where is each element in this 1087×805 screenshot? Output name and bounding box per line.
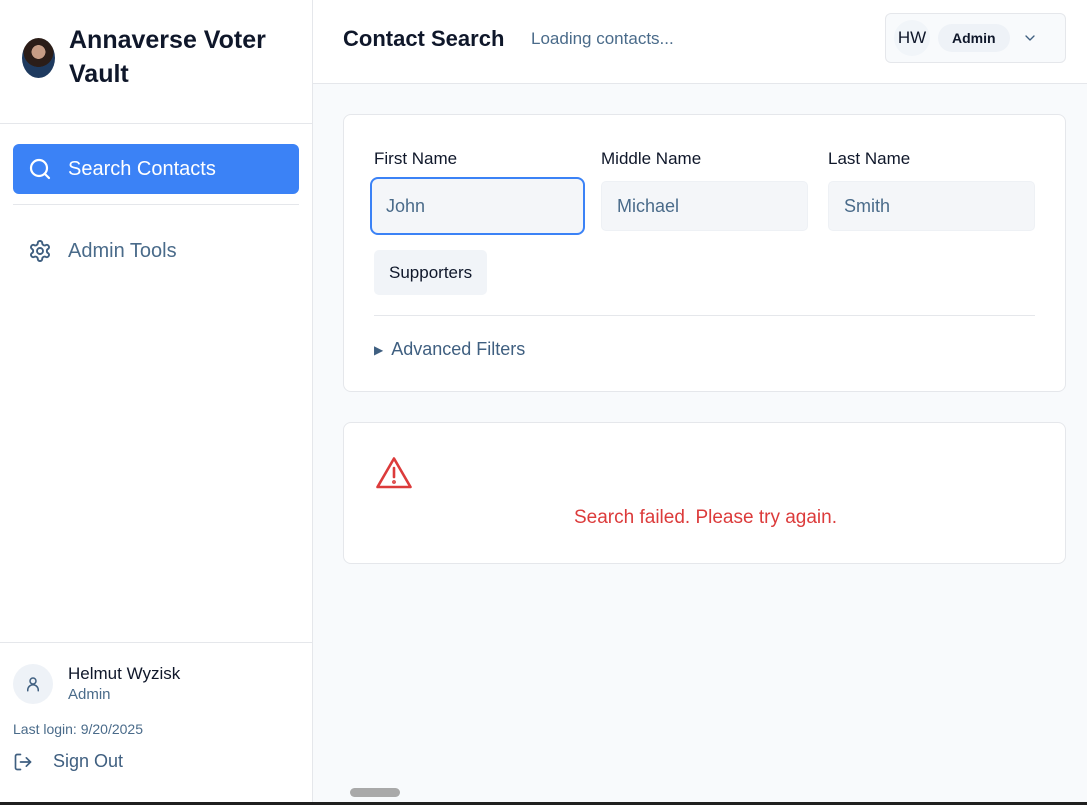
chevron-down-icon — [1024, 35, 1035, 41]
user-profile: Helmut Wyzisk Admin — [13, 663, 299, 705]
brand-logo — [22, 38, 55, 78]
last-name-input[interactable] — [828, 181, 1035, 231]
top-header: Contact Search Loading contacts... HW Ad… — [313, 0, 1087, 84]
search-form-card: First Name Middle Name Last Name Support… — [343, 114, 1066, 392]
sidebar-nav: Search Contacts Admin Tools — [0, 124, 312, 276]
scrollbar-thumb[interactable] — [350, 788, 400, 797]
avatar — [13, 664, 53, 704]
first-name-input[interactable] — [370, 177, 585, 235]
error-message: Search failed. Please try again. — [574, 507, 837, 528]
sidebar-item-search-contacts[interactable]: Search Contacts — [13, 144, 299, 194]
warning-icon — [376, 457, 412, 489]
brand-header: Annaverse Voter Vault — [0, 0, 312, 124]
user-name: Helmut Wyzisk — [68, 664, 181, 683]
caret-right-icon: ▶ — [374, 342, 384, 357]
middle-name-label: Middle Name — [601, 149, 702, 168]
nav-divider — [13, 204, 299, 205]
advanced-filters-toggle[interactable]: ▶ Advanced Filters — [374, 339, 525, 360]
search-icon — [28, 157, 52, 181]
sign-out-button[interactable]: Sign Out — [13, 751, 299, 772]
first-name-label: First Name — [374, 149, 458, 168]
sidebar: Annaverse Voter Vault Search Contacts Ad… — [0, 0, 313, 802]
role-badge: Admin — [938, 24, 1010, 52]
sidebar-item-admin-tools[interactable]: Admin Tools — [13, 226, 299, 276]
loading-status: Loading contacts... — [531, 29, 674, 48]
last-name-label: Last Name — [828, 149, 911, 168]
sign-out-label: Sign Out — [53, 751, 124, 771]
middle-name-input[interactable] — [601, 181, 808, 231]
sidebar-footer: Helmut Wyzisk Admin Last login: 9/20/202… — [0, 642, 312, 802]
gear-icon — [28, 239, 52, 263]
sidebar-item-label: Search Contacts — [68, 157, 216, 180]
divider — [374, 315, 1035, 316]
user-initials: HW — [894, 20, 930, 56]
advanced-filters-label: Advanced Filters — [391, 339, 526, 359]
error-card: Search failed. Please try again. — [343, 422, 1066, 564]
page-title: Contact Search — [343, 26, 505, 51]
user-role: Admin — [68, 686, 111, 703]
last-login: Last login: 9/20/2025 — [13, 721, 143, 737]
user-menu-button[interactable]: HW Admin — [885, 13, 1066, 63]
sign-out-icon — [14, 753, 32, 770]
app-title: Annaverse Voter Vault — [69, 26, 266, 88]
user-info: Helmut Wyzisk Admin — [68, 663, 180, 705]
supporters-filter-chip[interactable]: Supporters — [374, 250, 488, 295]
user-icon — [27, 677, 39, 692]
sidebar-item-label: Admin Tools — [68, 239, 177, 262]
